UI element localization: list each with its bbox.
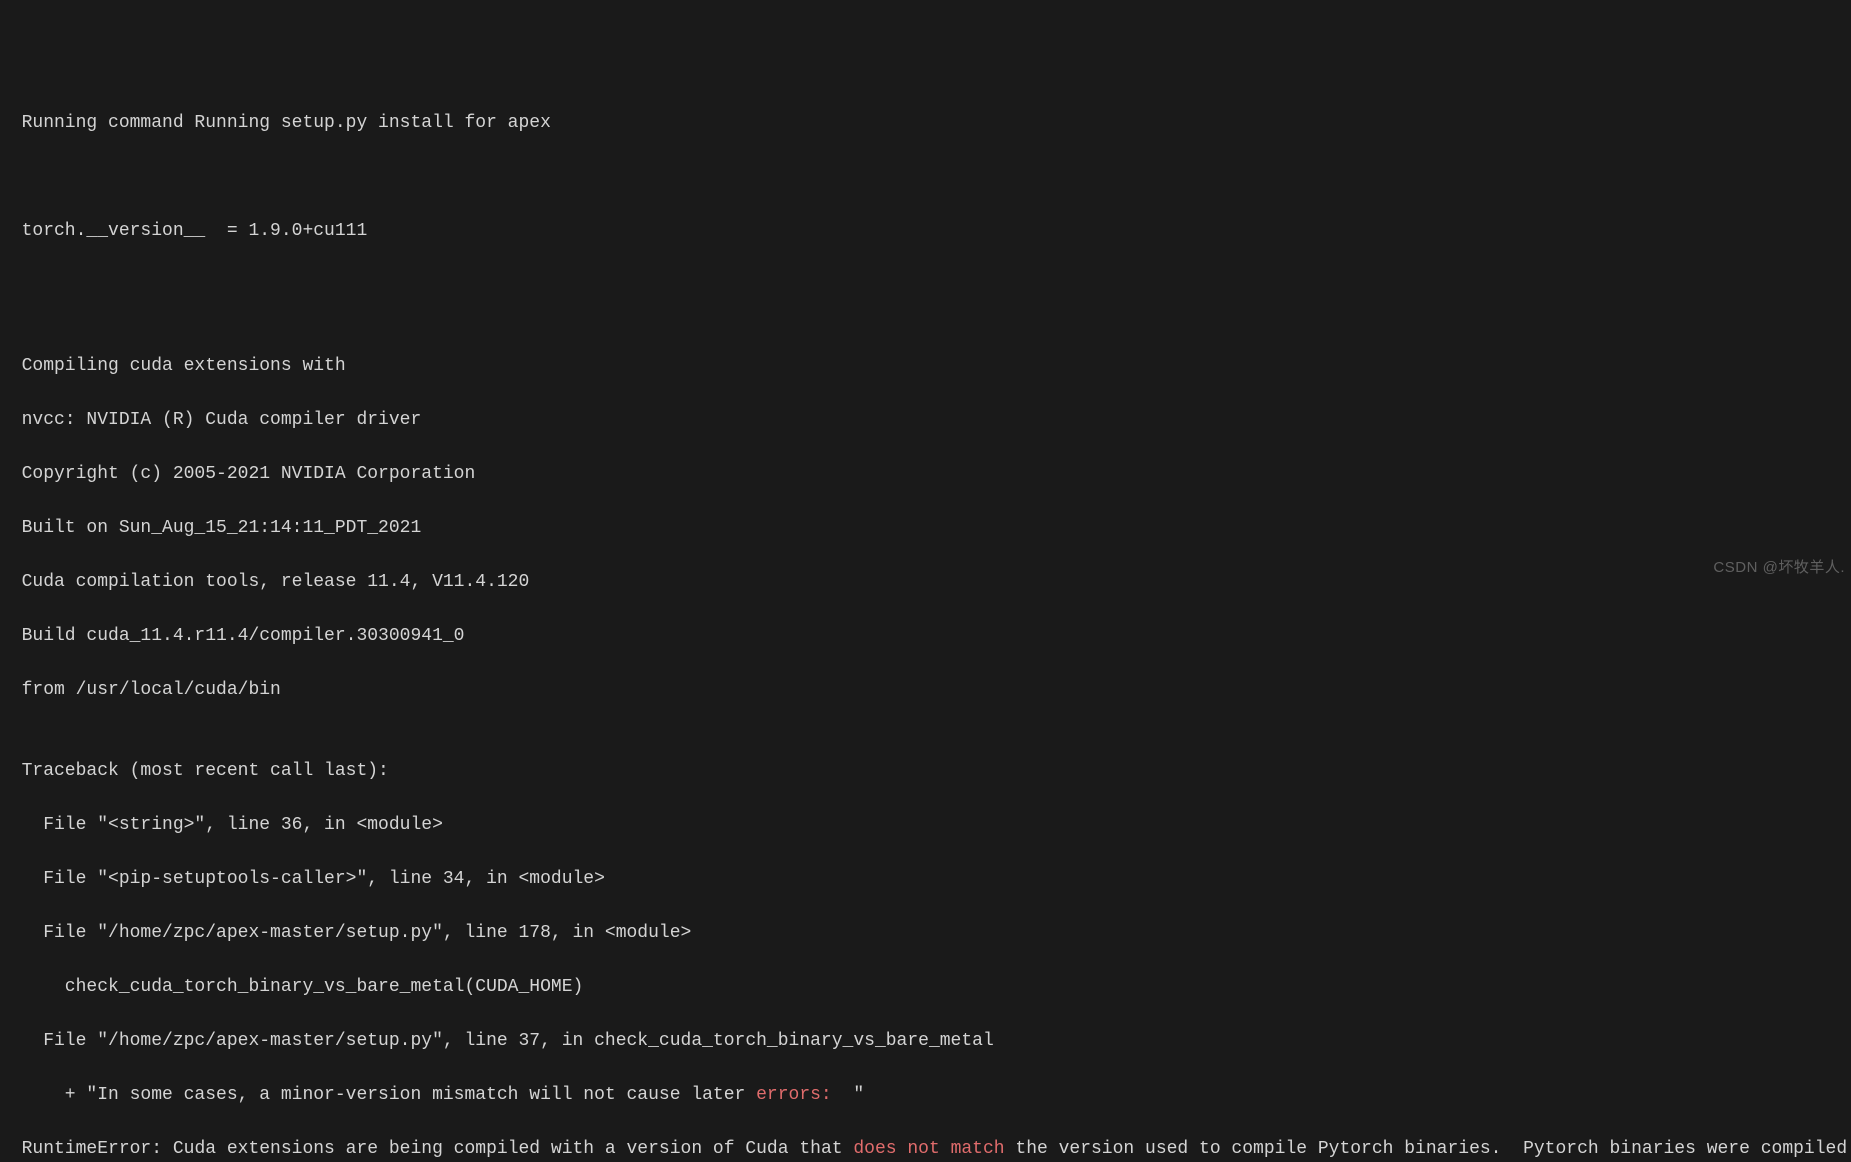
watermark-text: CSDN @坏牧羊人.	[1713, 557, 1845, 580]
terminal-line: File "/home/zpc/apex-master/setup.py", l…	[0, 920, 1851, 947]
error-highlight: errors:	[756, 1085, 832, 1105]
terminal-line: File "/home/zpc/apex-master/setup.py", l…	[0, 1028, 1851, 1055]
terminal-line: Built on Sun_Aug_15_21:14:11_PDT_2021	[0, 515, 1851, 542]
terminal-line: Copyright (c) 2005-2021 NVIDIA Corporati…	[0, 461, 1851, 488]
text-segment: "	[832, 1085, 864, 1105]
terminal-line: torch.__version__ = 1.9.0+cu111	[0, 218, 1851, 245]
text-segment: RuntimeError: Cuda extensions are being …	[0, 1139, 853, 1159]
terminal-line: File "<string>", line 36, in <module>	[0, 812, 1851, 839]
error-highlight: does not match	[853, 1139, 1004, 1159]
terminal-line: nvcc: NVIDIA (R) Cuda compiler driver	[0, 407, 1851, 434]
terminal-line: check_cuda_torch_binary_vs_bare_metal(CU…	[0, 974, 1851, 1001]
terminal-line: Traceback (most recent call last):	[0, 758, 1851, 785]
terminal-line: + "In some cases, a minor-version mismat…	[0, 1082, 1851, 1109]
terminal-line: Build cuda_11.4.r11.4/compiler.30300941_…	[0, 623, 1851, 650]
terminal-line: Cuda compilation tools, release 11.4, V1…	[0, 569, 1851, 596]
terminal-line: from /usr/local/cuda/bin	[0, 677, 1851, 704]
terminal-line: File "<pip-setuptools-caller>", line 34,…	[0, 866, 1851, 893]
terminal-line: Running command Running setup.py install…	[0, 110, 1851, 137]
terminal-line: Compiling cuda extensions with	[0, 353, 1851, 380]
text-segment: + "In some cases, a minor-version mismat…	[0, 1085, 756, 1105]
terminal-line: RuntimeError: Cuda extensions are being …	[0, 1136, 1851, 1162]
